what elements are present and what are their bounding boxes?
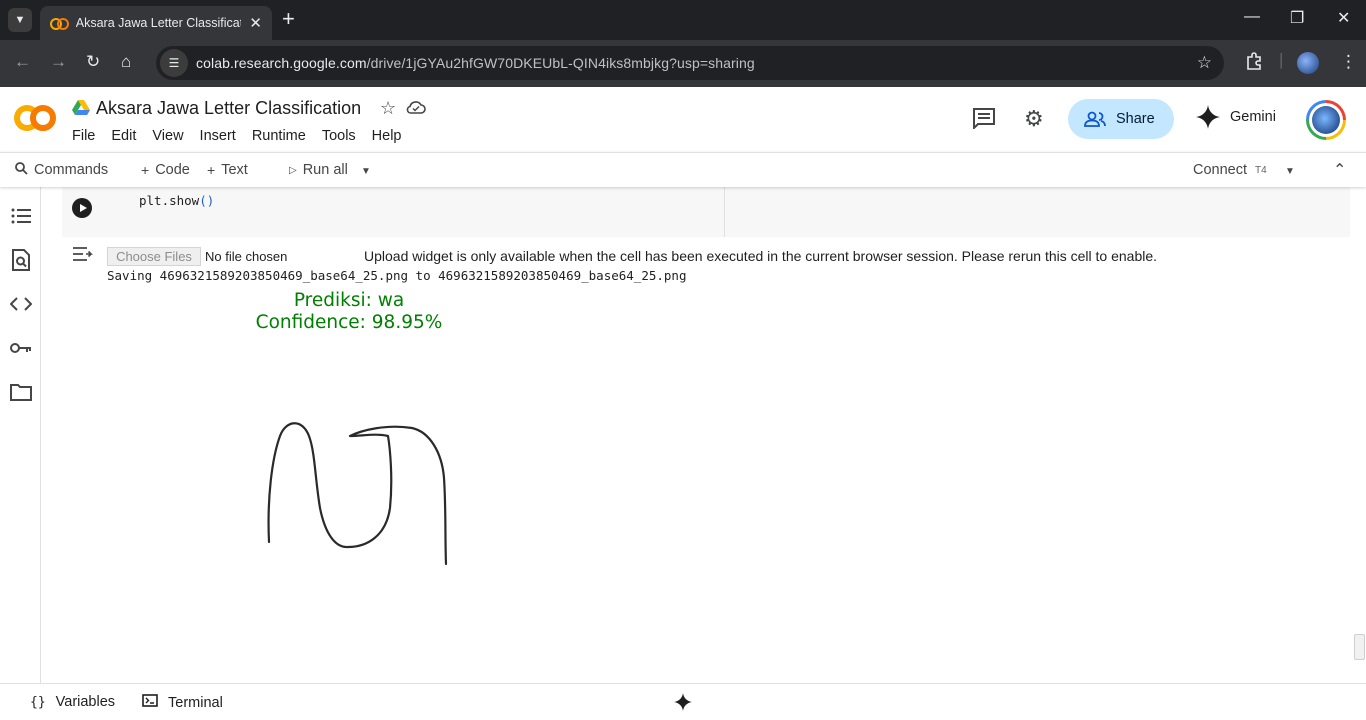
files-folder-icon[interactable] <box>10 381 32 403</box>
secrets-key-icon[interactable] <box>10 337 32 359</box>
variables-button[interactable]: {} Variables <box>30 694 115 710</box>
cloud-saved-icon[interactable] <box>406 99 426 120</box>
share-button[interactable]: Share <box>1068 99 1174 139</box>
run-all-label: Run all <box>302 162 348 178</box>
window-minimize-icon[interactable]: — <box>1244 8 1260 26</box>
new-tab-plus-icon[interactable]: + <box>282 8 295 30</box>
gemini-sparkle-icon <box>1196 105 1220 129</box>
home-icon[interactable]: ⌂ <box>121 52 131 72</box>
user-avatar[interactable] <box>1306 100 1346 140</box>
menu-tools[interactable]: Tools <box>322 128 356 144</box>
connect-dropdown-icon[interactable]: ▼ <box>1285 166 1295 177</box>
plus-icon: + <box>141 162 150 178</box>
connect-button[interactable]: Connect <box>1193 162 1247 178</box>
find-replace-icon[interactable] <box>10 249 32 271</box>
settings-gear-icon[interactable]: ⚙ <box>1024 106 1044 132</box>
terminal-label: Terminal <box>168 694 223 711</box>
tab-title: Aksara Jawa Letter Classification <box>75 16 242 30</box>
colab-logo[interactable] <box>14 105 56 131</box>
terminal-button[interactable]: Terminal <box>142 694 223 711</box>
google-drive-icon[interactable] <box>72 100 90 116</box>
choose-files-button[interactable]: Choose Files <box>107 247 201 266</box>
menu-bar: File Edit View Insert Runtime Tools Help <box>72 128 418 144</box>
run-cell-button[interactable] <box>72 198 92 218</box>
code-label: Code <box>155 162 190 178</box>
browser-profile-avatar[interactable] <box>1297 52 1319 74</box>
back-arrow-icon[interactable]: ← <box>14 52 31 72</box>
menu-insert[interactable]: Insert <box>200 128 236 144</box>
code-cell[interactable] <box>62 187 1350 237</box>
terminal-icon <box>142 694 158 711</box>
commands-button[interactable]: Commands <box>15 162 108 178</box>
no-file-label: No file chosen <box>205 249 288 264</box>
gemini-label: Gemini <box>1230 109 1276 125</box>
output-actions-icon[interactable] <box>72 246 94 269</box>
menu-help[interactable]: Help <box>372 128 402 144</box>
play-icon: ▷ <box>289 164 297 176</box>
run-all-button[interactable]: ▷ Run all <box>289 162 348 178</box>
bottom-status-bar: {} Variables Terminal <box>0 683 1366 720</box>
text-label: Text <box>221 162 248 178</box>
share-label: Share <box>1116 111 1155 127</box>
menu-view[interactable]: View <box>152 128 183 144</box>
colab-header: Aksara Jawa Letter Classification ☆ File… <box>0 87 1366 152</box>
site-info-icon[interactable]: ☰ <box>160 49 188 77</box>
upload-widget-message: Upload widget is only available when the… <box>364 248 1158 264</box>
left-sidebar <box>0 187 41 683</box>
window-close-icon[interactable]: ✕ <box>1337 8 1350 28</box>
toolbar-separator: | <box>1279 50 1284 69</box>
reload-icon[interactable]: ↻ <box>86 52 100 72</box>
tab-search-chevron-icon[interactable]: ▼ <box>8 8 32 32</box>
variables-braces-icon: {} <box>30 694 46 710</box>
cell-split-divider <box>724 187 725 237</box>
address-bar[interactable]: ☰ colab.research.google.com/drive/1jGYAu… <box>156 46 1224 80</box>
menu-runtime[interactable]: Runtime <box>252 128 306 144</box>
search-icon <box>15 162 28 178</box>
menu-edit[interactable]: Edit <box>111 128 136 144</box>
code-line[interactable]: plt.show() <box>139 193 214 208</box>
handwritten-character-image <box>267 422 448 566</box>
variables-label: Variables <box>55 694 116 710</box>
add-text-button[interactable]: + Text <box>207 162 248 178</box>
extensions-puzzle-icon[interactable] <box>1245 52 1263 75</box>
window-restore-icon[interactable]: ❐ <box>1290 8 1304 28</box>
url-text: colab.research.google.com/drive/1jGYAu2h… <box>196 55 755 71</box>
browser-tab-active[interactable]: Aksara Jawa Letter Classification ✕ <box>40 6 272 40</box>
add-code-button[interactable]: + Code <box>141 162 190 178</box>
share-people-icon <box>1084 111 1106 127</box>
prediction-label: Prediksi: wa <box>293 290 405 311</box>
saving-log-line: Saving 4696321589203850469_base64_25.png… <box>107 268 687 283</box>
run-all-dropdown-icon[interactable]: ▼ <box>361 166 371 177</box>
colab-favicon-icon <box>50 17 69 30</box>
comments-icon[interactable] <box>972 107 996 134</box>
tab-close-icon[interactable]: ✕ <box>249 14 262 32</box>
bookmark-star-icon[interactable]: ☆ <box>1197 53 1212 73</box>
plus-icon: + <box>207 162 216 178</box>
output-scrollbar-thumb[interactable] <box>1354 634 1365 660</box>
gemini-sparkle-icon[interactable] <box>674 693 692 716</box>
notebook-toolbar: Commands + Code + Text ▷ Run all ▼ Conne… <box>0 152 1366 187</box>
gemini-button[interactable]: Gemini <box>1196 105 1276 129</box>
collapse-header-chevron-icon[interactable]: ⌃ <box>1333 160 1346 180</box>
confidence-label: Confidence: 98.95% <box>255 312 443 333</box>
forward-arrow-icon[interactable]: → <box>50 52 67 72</box>
browser-toolbar: ← → ↻ ⌂ ☰ colab.research.google.com/driv… <box>0 40 1366 87</box>
notebook-title[interactable]: Aksara Jawa Letter Classification <box>96 98 361 119</box>
table-of-contents-icon[interactable] <box>10 205 32 227</box>
browser-tab-bar: ▼ Aksara Jawa Letter Classification ✕ + … <box>0 0 1366 40</box>
menu-file[interactable]: File <box>72 128 95 144</box>
star-notebook-icon[interactable]: ☆ <box>380 98 396 119</box>
browser-menu-kebab-icon[interactable]: ⋮ <box>1340 52 1357 72</box>
runtime-type-badge: T4 <box>1255 165 1267 176</box>
code-snippets-icon[interactable] <box>10 293 32 315</box>
commands-label: Commands <box>34 162 109 178</box>
